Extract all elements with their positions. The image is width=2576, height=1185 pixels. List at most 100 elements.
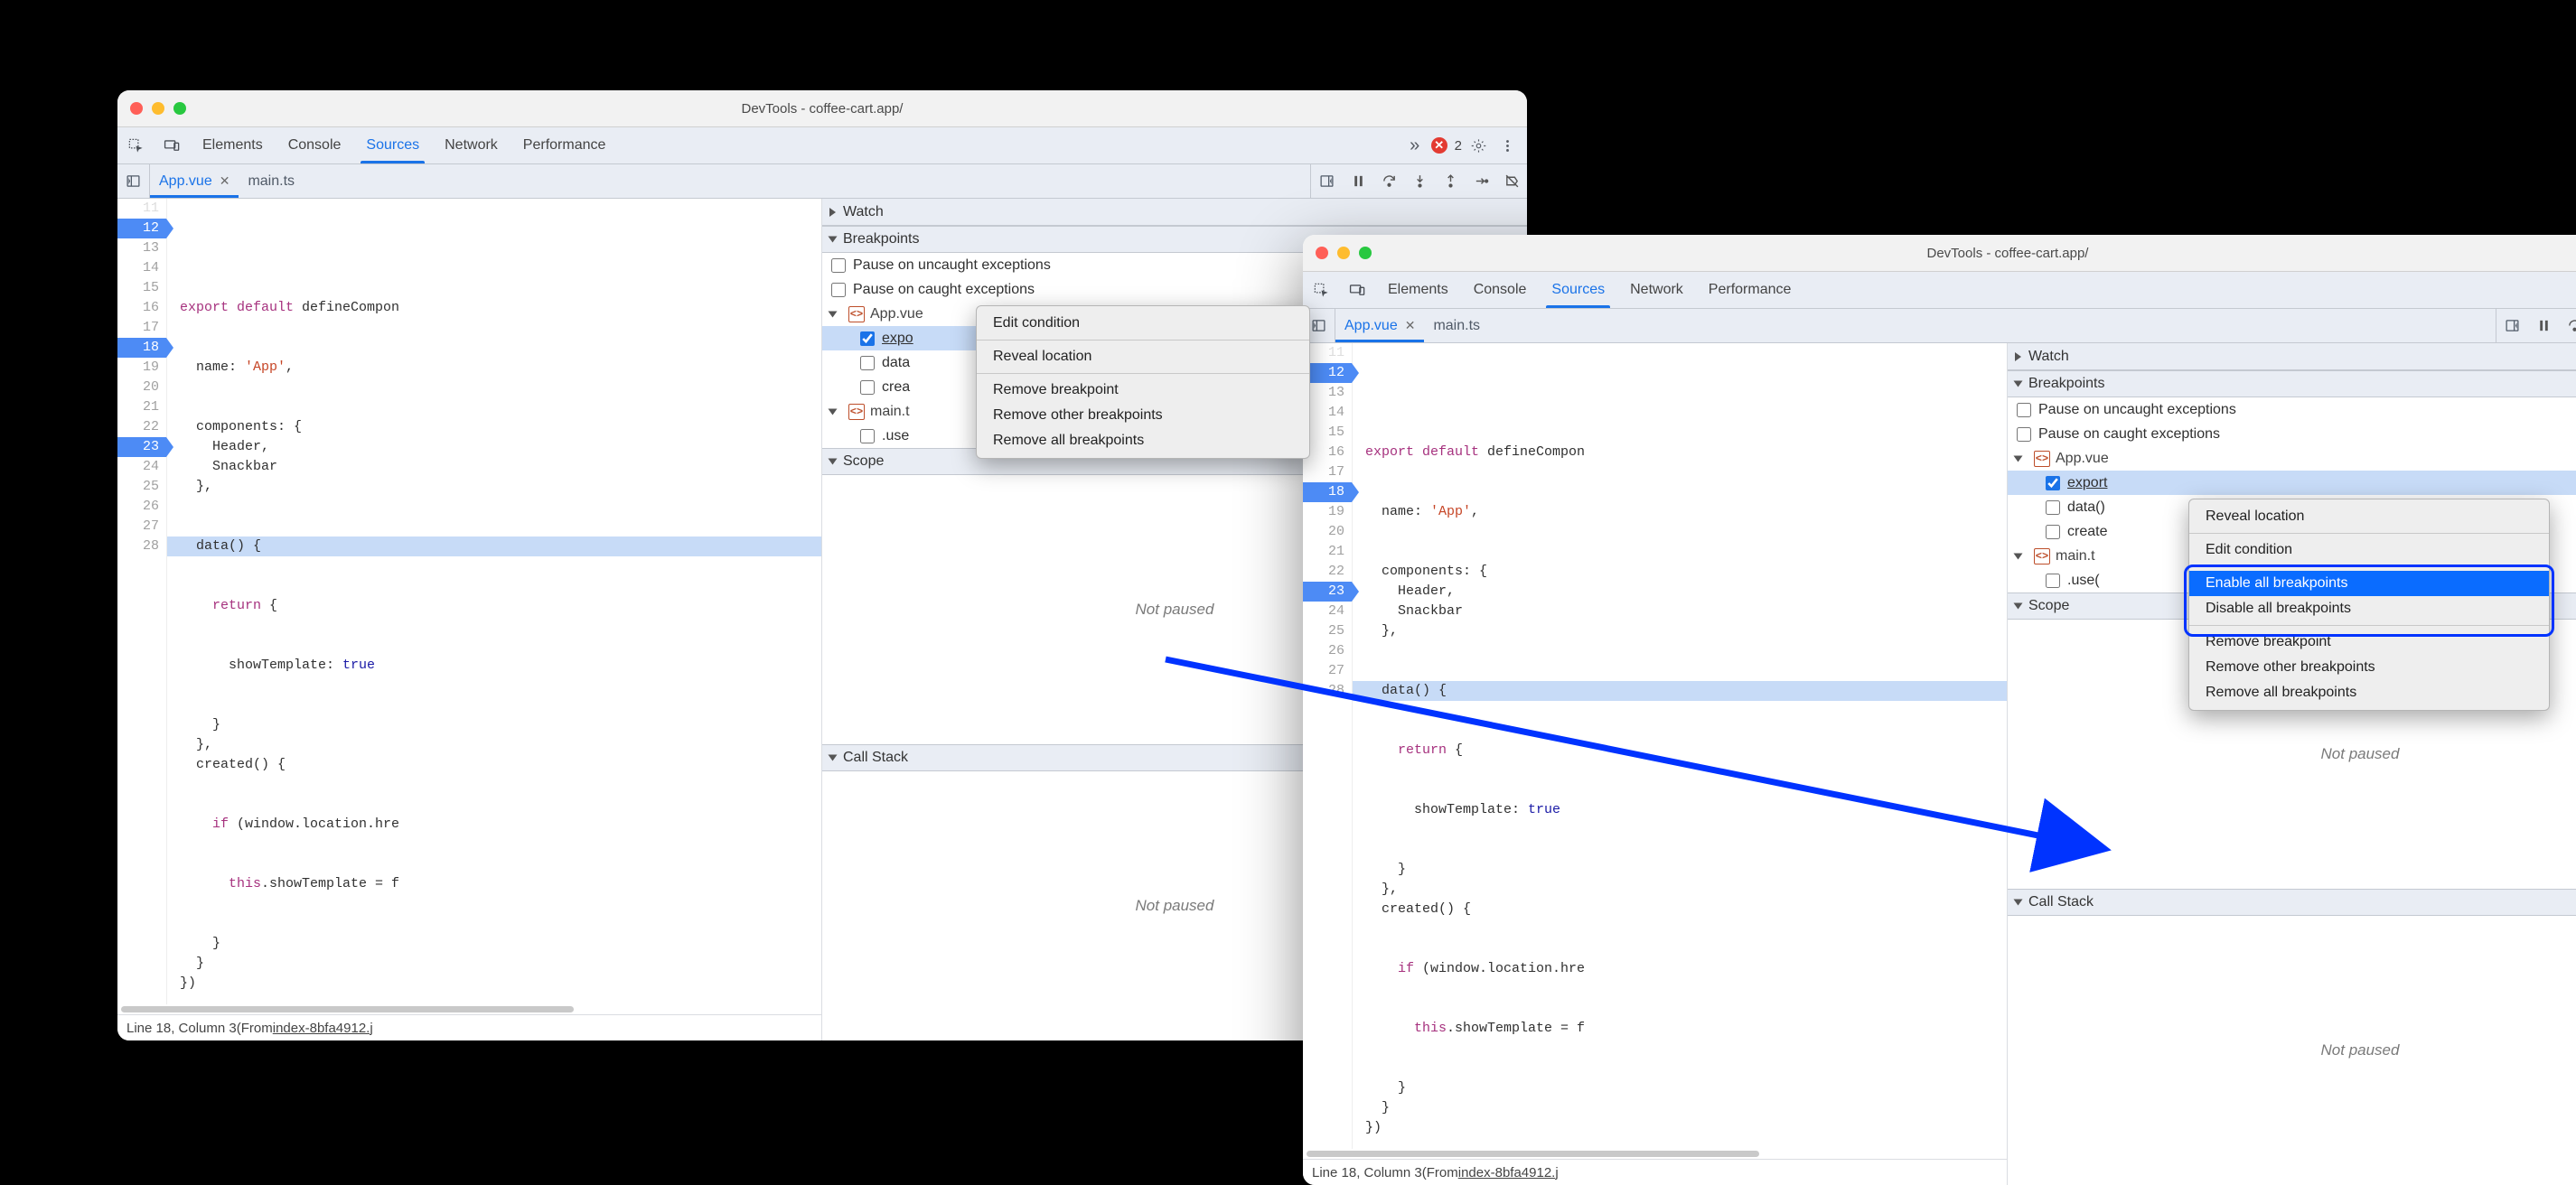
more-tabs-icon[interactable]: » (1402, 135, 1428, 156)
editor-status: Line 18, Column 3 (From index-8bfa4912.j (117, 1014, 821, 1040)
close-file-icon[interactable]: ✕ (1405, 318, 1416, 333)
menu-remove-breakpoint[interactable]: Remove breakpoint (977, 378, 1309, 403)
menu-disable-all-bps[interactable]: Disable all breakpoints (2189, 596, 2549, 621)
menu-reveal-location[interactable]: Reveal location (977, 344, 1309, 369)
cursor-position: Line 18, Column 3 (126, 1021, 237, 1036)
minimize-button[interactable] (1337, 247, 1350, 259)
main-toolbar: Elements Console Sources Network Perform… (117, 127, 1527, 164)
settings-icon[interactable] (1466, 138, 1491, 154)
horizontal-scrollbar[interactable] (117, 1004, 821, 1014)
pause-icon[interactable] (1343, 164, 1373, 198)
menu-remove-other-bps[interactable]: Remove other breakpoints (2189, 655, 2549, 680)
titlebar[interactable]: DevTools - coffee-cart.app/ (1303, 235, 2576, 272)
traffic-lights (1316, 247, 1372, 259)
maximize-button[interactable] (1359, 247, 1372, 259)
step-icon[interactable] (1466, 164, 1496, 198)
inspect-icon[interactable] (1303, 272, 1339, 308)
maximize-button[interactable] (173, 102, 186, 115)
menu-remove-breakpoint[interactable]: Remove breakpoint (2189, 630, 2549, 655)
debugger-toggle-icon[interactable] (2496, 309, 2528, 342)
tab-network[interactable]: Network (432, 127, 511, 163)
tab-network[interactable]: Network (1617, 272, 1696, 308)
menu-reveal-location[interactable]: Reveal location (2189, 504, 2549, 529)
kebab-icon[interactable] (1494, 138, 1520, 154)
source-map-link[interactable]: index-8bfa4912.j (273, 1021, 373, 1036)
step-out-icon[interactable] (1435, 164, 1466, 198)
vue-file-icon: <> (2034, 451, 2050, 467)
menu-remove-other-bps[interactable]: Remove other breakpoints (977, 403, 1309, 428)
menu-remove-all-bps[interactable]: Remove all breakpoints (977, 428, 1309, 453)
file-tab-bar: App.vue✕ main.ts (117, 164, 1527, 199)
menu-enable-all-bps[interactable]: Enable all breakpoints (2189, 571, 2549, 596)
file-tab-main-ts[interactable]: main.ts (239, 164, 304, 198)
inspect-icon[interactable] (117, 127, 154, 163)
tab-elements[interactable]: Elements (1375, 272, 1461, 308)
file-tab-app-vue[interactable]: App.vue✕ (150, 164, 239, 198)
line-gutter[interactable]: 11 12 131415 1617 18 19202122 23 2425262… (117, 199, 167, 1004)
bp-file-app-vue[interactable]: <>App.vue (2008, 446, 2576, 471)
callstack-not-paused: Not paused (2008, 916, 2576, 1185)
window-title: DevTools - coffee-cart.app/ (1314, 246, 2576, 261)
bp-line-12[interactable]: export 12 (2008, 471, 2576, 495)
step-over-icon[interactable] (1373, 164, 1404, 198)
devtools-tabs: Elements Console Sources Network Perform… (190, 127, 1402, 163)
file-tab-bar: App.vue✕ main.ts (1303, 309, 2576, 343)
line-gutter[interactable]: 11 12 131415 1617 18 19202122 23 2425262… (1303, 343, 1353, 1149)
close-button[interactable] (1316, 247, 1328, 259)
debugger-pane: Watch Breakpoints Pause on uncaught exce… (2008, 343, 2576, 1185)
close-file-icon[interactable]: ✕ (220, 173, 230, 189)
menu-remove-all-bps[interactable]: Remove all breakpoints (2189, 680, 2549, 705)
navigator-toggle-icon[interactable] (117, 164, 150, 198)
file-tab-app-vue[interactable]: App.vue✕ (1335, 309, 1424, 342)
minimize-button[interactable] (152, 102, 164, 115)
horizontal-scrollbar[interactable] (1303, 1149, 2007, 1159)
file-tab-main-ts[interactable]: main.ts (1424, 309, 1489, 342)
code-view[interactable]: 11 12 131415 1617 18 19202122 23 2425262… (117, 199, 821, 1004)
tab-sources[interactable]: Sources (1539, 272, 1617, 308)
debugger-toggle-icon[interactable] (1310, 164, 1343, 198)
editor-pane: 11 12 131415 1617 18 19202122 23 2425262… (117, 199, 822, 1040)
error-icon: ✕ (1431, 137, 1447, 154)
code-lines[interactable]: export default defineCompon name: 'App',… (167, 199, 821, 1004)
devtools-window-right: DevTools - coffee-cart.app/ Elements Con… (1303, 235, 2576, 1185)
vue-file-icon: <> (848, 306, 865, 322)
traffic-lights (130, 102, 186, 115)
menu-edit-condition[interactable]: Edit condition (2189, 537, 2549, 563)
deactivate-breakpoints-icon[interactable] (1496, 164, 1527, 198)
tab-console[interactable]: Console (276, 127, 354, 163)
device-icon[interactable] (1339, 272, 1375, 308)
pause-uncaught-checkbox[interactable]: Pause on uncaught exceptions (2008, 397, 2576, 422)
context-menu[interactable]: Reveal location Edit condition Enable al… (2188, 499, 2550, 711)
file-tabs: App.vue✕ main.ts (150, 164, 1310, 198)
tab-sources[interactable]: Sources (353, 127, 432, 163)
code-lines[interactable]: export default defineCompon name: 'App',… (1353, 343, 2007, 1149)
ts-file-icon: <> (848, 404, 865, 420)
close-button[interactable] (130, 102, 143, 115)
section-call-stack[interactable]: Call Stack (2008, 889, 2576, 916)
section-breakpoints[interactable]: Breakpoints (2008, 370, 2576, 397)
step-into-icon[interactable] (1404, 164, 1435, 198)
step-over-icon[interactable] (2559, 309, 2576, 342)
main-toolbar: Elements Console Sources Network Perform… (1303, 272, 2576, 309)
menu-edit-condition[interactable]: Edit condition (977, 311, 1309, 336)
editor-status: Line 18, Column 3 (From index-8bfa4912.j (1303, 1159, 2007, 1185)
section-watch[interactable]: Watch (2008, 343, 2576, 370)
pause-icon[interactable] (2528, 309, 2559, 342)
window-title: DevTools - coffee-cart.app/ (128, 101, 1516, 117)
error-badge[interactable]: ✕ 2 (1431, 137, 1462, 154)
source-map-link[interactable]: index-8bfa4912.j (1458, 1165, 1559, 1180)
ts-file-icon: <> (2034, 548, 2050, 565)
cursor-position: Line 18, Column 3 (1312, 1165, 1422, 1180)
code-view[interactable]: 11 12 131415 1617 18 19202122 23 2425262… (1303, 343, 2007, 1149)
tab-elements[interactable]: Elements (190, 127, 276, 163)
section-watch[interactable]: Watch (822, 199, 1527, 226)
tab-performance[interactable]: Performance (1696, 272, 1804, 308)
tab-performance[interactable]: Performance (511, 127, 619, 163)
device-icon[interactable] (154, 127, 190, 163)
editor-pane: 11 12 131415 1617 18 19202122 23 2425262… (1303, 343, 2008, 1185)
titlebar[interactable]: DevTools - coffee-cart.app/ (117, 90, 1527, 127)
tab-console[interactable]: Console (1461, 272, 1540, 308)
context-menu[interactable]: Edit condition Reveal location Remove br… (976, 305, 1310, 459)
pause-caught-checkbox[interactable]: Pause on caught exceptions (2008, 422, 2576, 446)
error-count: 2 (1455, 138, 1462, 154)
